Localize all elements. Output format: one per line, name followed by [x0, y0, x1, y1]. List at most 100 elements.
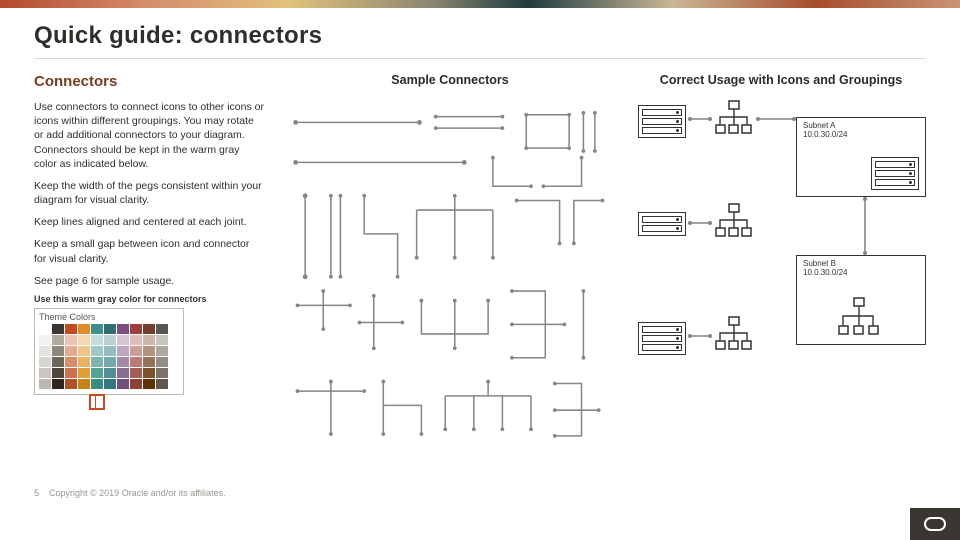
color-swatch [130, 357, 142, 367]
color-swatch [117, 379, 129, 389]
color-swatch [39, 324, 51, 334]
hierarchy-icon [714, 99, 754, 139]
right-column: Correct Usage with Icons and Groupings S… [636, 73, 926, 463]
oracle-logo [910, 508, 960, 540]
color-swatch [91, 335, 103, 345]
subnet-b-cidr: 10.0.30.0/24 [803, 269, 919, 278]
color-swatch [143, 379, 155, 389]
color-swatch [39, 379, 51, 389]
color-swatch [52, 346, 64, 356]
decorative-top-strip [0, 0, 960, 8]
color-swatch [78, 335, 90, 345]
page-title: Quick guide: connectors [34, 22, 926, 59]
color-swatch [156, 324, 168, 334]
usage-diagram: Subnet A 10.0.30.0/24 [636, 97, 926, 457]
color-swatch [130, 379, 142, 389]
server-icon [638, 322, 686, 355]
swatch-title: Theme Colors [39, 312, 179, 322]
color-swatch [65, 357, 77, 367]
color-swatch [91, 357, 103, 367]
color-swatch [65, 379, 77, 389]
right-heading: Correct Usage with Icons and Groupings [636, 73, 926, 87]
color-swatch [52, 324, 64, 334]
color-swatch [156, 346, 168, 356]
middle-column: Sample Connectors [288, 73, 612, 463]
color-swatch [52, 357, 64, 367]
color-swatch [104, 357, 116, 367]
color-swatch [65, 346, 77, 356]
color-swatch [52, 335, 64, 345]
color-swatch [130, 368, 142, 378]
color-swatch [39, 346, 51, 356]
color-swatch [39, 368, 51, 378]
subnet-a-group: Subnet A 10.0.30.0/24 [796, 117, 926, 197]
color-swatch [65, 368, 77, 378]
color-swatch [52, 368, 64, 378]
color-swatch [104, 346, 116, 356]
color-swatch [91, 379, 103, 389]
color-swatch [104, 379, 116, 389]
color-swatch [130, 346, 142, 356]
color-swatch [78, 346, 90, 356]
color-swatch [117, 324, 129, 334]
page-number: 5 [34, 488, 39, 498]
connector-icon [756, 115, 796, 123]
color-swatch [130, 324, 142, 334]
columns: Connectors Use connectors to connect ico… [34, 73, 926, 463]
hierarchy-icon [714, 202, 754, 242]
color-swatch [78, 324, 90, 334]
color-swatch [78, 379, 90, 389]
connector-icon [688, 219, 712, 227]
server-icon [638, 105, 686, 138]
hierarchy-icon [837, 296, 881, 340]
color-swatch [78, 368, 90, 378]
color-swatch [143, 335, 155, 345]
server-icon [638, 212, 686, 236]
connector-icon [688, 115, 712, 123]
sample-connectors-canvas [288, 97, 612, 447]
color-swatch [143, 324, 155, 334]
color-swatch [130, 335, 142, 345]
color-swatch [52, 379, 64, 389]
color-swatch [39, 335, 51, 345]
color-swatch [143, 357, 155, 367]
color-swatch [156, 368, 168, 378]
connector-icon [861, 197, 869, 255]
color-swatch [156, 379, 168, 389]
color-swatch [143, 346, 155, 356]
color-swatch [117, 346, 129, 356]
middle-heading: Sample Connectors [288, 73, 612, 87]
color-swatch [104, 335, 116, 345]
swatch-grid [39, 324, 179, 389]
left-p5: See page 6 for sample usage. [34, 274, 264, 288]
footer: 5 Copyright © 2019 Oracle and/or its aff… [34, 488, 226, 498]
color-swatch [104, 368, 116, 378]
color-swatch [91, 324, 103, 334]
left-p1: Use connectors to connect icons to other… [34, 100, 264, 171]
subnet-a-cidr: 10.0.30.0/24 [803, 131, 919, 140]
color-swatch [117, 335, 129, 345]
color-swatch [156, 335, 168, 345]
color-swatch [156, 357, 168, 367]
gray-color-note: Use this warm gray color for connectors [34, 294, 264, 304]
connector-icon [688, 332, 712, 340]
left-p4: Keep a small gap between icon and connec… [34, 237, 264, 265]
copyright: Copyright © 2019 Oracle and/or its affil… [49, 488, 226, 498]
color-swatch [91, 368, 103, 378]
connectors-svg [288, 97, 612, 447]
left-p2: Keep the width of the pegs consistent wi… [34, 179, 264, 207]
color-swatch [143, 368, 155, 378]
color-swatch [104, 324, 116, 334]
color-swatch [65, 335, 77, 345]
subnet-b-group: Subnet B 10.0.30.0/24 [796, 255, 926, 345]
color-swatch [91, 346, 103, 356]
theme-colors-panel: Theme Colors [34, 308, 184, 395]
color-pointer [95, 394, 96, 408]
color-swatch [39, 357, 51, 367]
color-swatch [117, 357, 129, 367]
color-swatch [78, 357, 90, 367]
left-heading: Connectors [34, 73, 264, 90]
server-icon [871, 157, 919, 190]
color-swatch [117, 368, 129, 378]
left-column: Connectors Use connectors to connect ico… [34, 73, 264, 463]
